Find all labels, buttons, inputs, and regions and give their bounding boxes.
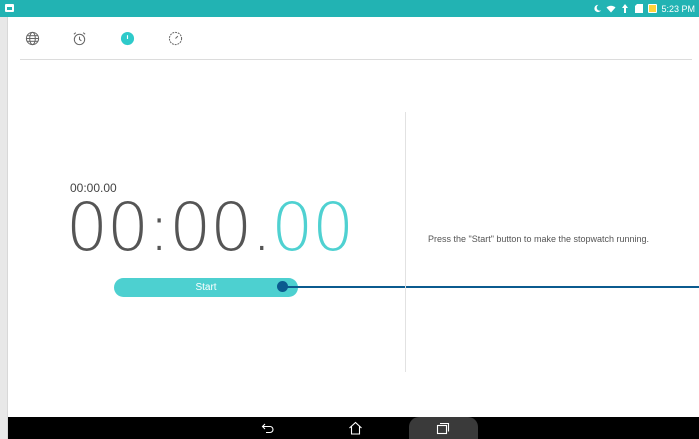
recent-apps-icon[interactable] <box>434 417 452 439</box>
pane-divider <box>405 112 406 372</box>
main-time: 00:00. <box>66 189 272 266</box>
annotation-dot <box>277 281 288 292</box>
alarm-clock-icon[interactable] <box>71 30 87 46</box>
tab-bar-divider <box>20 59 692 60</box>
battery-charging-icon <box>648 4 658 13</box>
signal-icon <box>620 4 630 14</box>
status-icons: 5:23 PM <box>592 0 695 17</box>
hint-text: Press the "Start" button to make the sto… <box>428 234 650 244</box>
status-bar: 5:23 PM <box>0 0 699 17</box>
globe-icon[interactable] <box>24 30 40 46</box>
tab-bar <box>8 17 699 57</box>
moon-icon <box>592 4 602 14</box>
notification-icon <box>5 4 14 12</box>
back-icon[interactable] <box>259 417 277 439</box>
navigation-bar <box>8 417 699 439</box>
sd-card-icon <box>634 4 644 14</box>
home-icon[interactable] <box>345 417 365 439</box>
screen-edge <box>0 0 8 439</box>
hundredths: 00 <box>271 189 354 266</box>
status-time: 5:23 PM <box>661 3 695 14</box>
stopwatch-display: 00:00.00 <box>66 189 354 266</box>
timer-icon[interactable] <box>167 30 183 46</box>
annotation-line <box>286 286 699 288</box>
stopwatch-icon[interactable] <box>119 30 135 46</box>
start-button[interactable]: Start <box>114 278 298 297</box>
wifi-icon <box>606 4 616 14</box>
